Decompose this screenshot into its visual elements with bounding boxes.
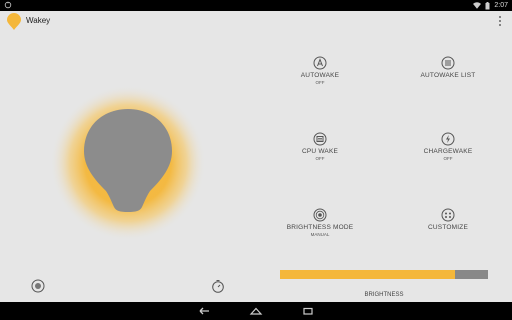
timer-icon[interactable]: [211, 279, 225, 293]
cpu-wake-toggle[interactable]: CPU WAKE OFF: [275, 132, 365, 162]
brightness-label: BRIGHTNESS: [364, 292, 404, 298]
autowake-status: OFF: [315, 80, 325, 85]
battery-icon: [485, 1, 490, 9]
brightness-mode-label: BRIGHTNESS MODE: [286, 224, 354, 231]
autowake-icon: [313, 56, 327, 70]
back-icon[interactable]: [196, 305, 212, 317]
app-bar: Wakey: [0, 11, 512, 31]
brightness-slider-fill: [280, 270, 455, 279]
wake-bulb-toggle[interactable]: [50, 85, 206, 241]
cpu-wake-status: OFF: [315, 156, 325, 161]
autowake-label: AUTOWAKE: [300, 72, 340, 79]
customize-icon: [441, 208, 455, 222]
chargewake-toggle[interactable]: CHARGEWAKE OFF: [403, 132, 493, 162]
recent-apps-icon[interactable]: [300, 305, 316, 317]
autowake-list-button[interactable]: AUTOWAKE LIST: [403, 56, 493, 80]
bulb-icon[interactable]: [50, 85, 206, 241]
chargewake-status: OFF: [443, 156, 453, 161]
status-clock: 2:07: [494, 2, 508, 9]
customize-label: CUSTOMIZE: [428, 224, 468, 231]
brightness-mode-toggle[interactable]: BRIGHTNESS MODE MANUAL: [275, 208, 365, 238]
navigation-bar: [0, 302, 512, 320]
app-title: Wakey: [26, 16, 51, 25]
app-logo-icon: [7, 13, 21, 30]
overflow-menu-icon[interactable]: [498, 15, 502, 27]
brightness-slider[interactable]: [280, 270, 488, 279]
brightness-mode-status: MANUAL: [310, 232, 330, 237]
autowake-list-label: AUTOWAKE LIST: [420, 72, 476, 79]
android-notification-icon: [4, 1, 12, 9]
autowake-toggle[interactable]: AUTOWAKE OFF: [275, 56, 365, 86]
brightness-icon: [313, 208, 327, 222]
cpu-icon: [313, 132, 327, 146]
customize-button[interactable]: CUSTOMIZE: [403, 208, 493, 232]
record-icon[interactable]: [31, 279, 45, 293]
charge-icon: [441, 132, 455, 146]
list-icon: [441, 56, 455, 70]
chargewake-label: CHARGEWAKE: [423, 148, 473, 155]
cpu-wake-label: CPU WAKE: [301, 148, 339, 155]
status-bar: 2:07: [0, 0, 512, 11]
home-icon[interactable]: [248, 305, 264, 317]
wifi-icon: [473, 2, 482, 9]
